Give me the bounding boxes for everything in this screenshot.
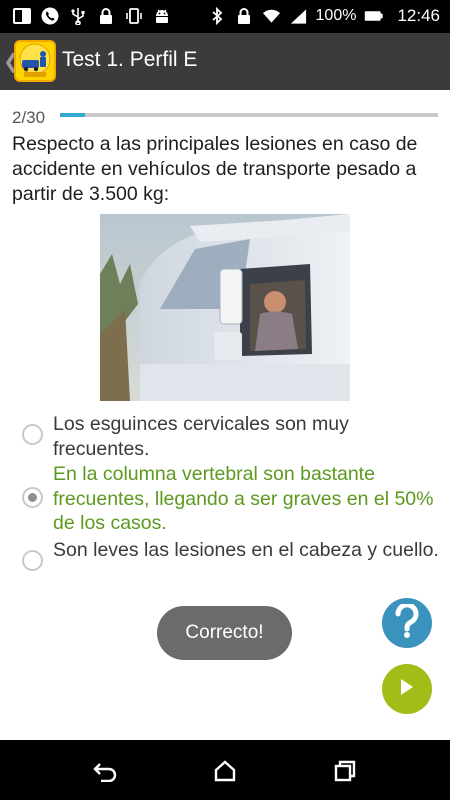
progress-bar: [60, 113, 438, 117]
app-bar: ❮ Test 1. Perfil E: [0, 33, 450, 90]
toast-message: Correcto!: [157, 606, 292, 660]
radio-button-selected[interactable]: [22, 487, 43, 508]
bluetooth-icon: [208, 7, 227, 26]
battery-percent: 100%: [315, 7, 357, 24]
question-image: [100, 214, 350, 401]
app-logo[interactable]: [14, 40, 56, 82]
answer-option-label: Son leves las lesiones en el cabeza y cu…: [53, 539, 439, 561]
wifi-icon: [262, 7, 281, 26]
clock: 12:46: [397, 6, 440, 25]
status-bar: 100% 12:46: [0, 0, 450, 33]
question-counter: 2/30: [12, 108, 46, 127]
screen-title: Test 1. Perfil E: [62, 48, 198, 71]
android-icon: [152, 6, 171, 25]
next-button[interactable]: [382, 664, 432, 714]
lock-icon: [235, 7, 254, 26]
lock-icon: [96, 6, 115, 25]
battery-icon: [364, 7, 384, 26]
back-icon[interactable]: [92, 758, 118, 784]
answer-option-label: Los esguinces cervicales son muy frecuen…: [53, 413, 349, 460]
recents-icon[interactable]: [332, 758, 358, 784]
navigation-bar: [0, 740, 450, 800]
play-arrow-icon: [399, 678, 415, 701]
answer-option-label: En la columna vertebral son bastante fre…: [53, 463, 434, 534]
radio-button[interactable]: [22, 550, 43, 571]
phone-icon: [40, 6, 59, 25]
radio-button[interactable]: [22, 424, 43, 445]
question-text: Respecto a las principales lesiones en c…: [12, 133, 418, 205]
signal-icon: [289, 7, 308, 26]
vibrate-icon: [124, 6, 143, 25]
question-mark-icon: [394, 601, 420, 643]
progress-fill: [60, 113, 86, 117]
screen-mirror-icon: [12, 6, 31, 25]
home-icon[interactable]: [212, 758, 238, 784]
help-button[interactable]: [382, 598, 432, 648]
usb-icon: [68, 6, 87, 25]
